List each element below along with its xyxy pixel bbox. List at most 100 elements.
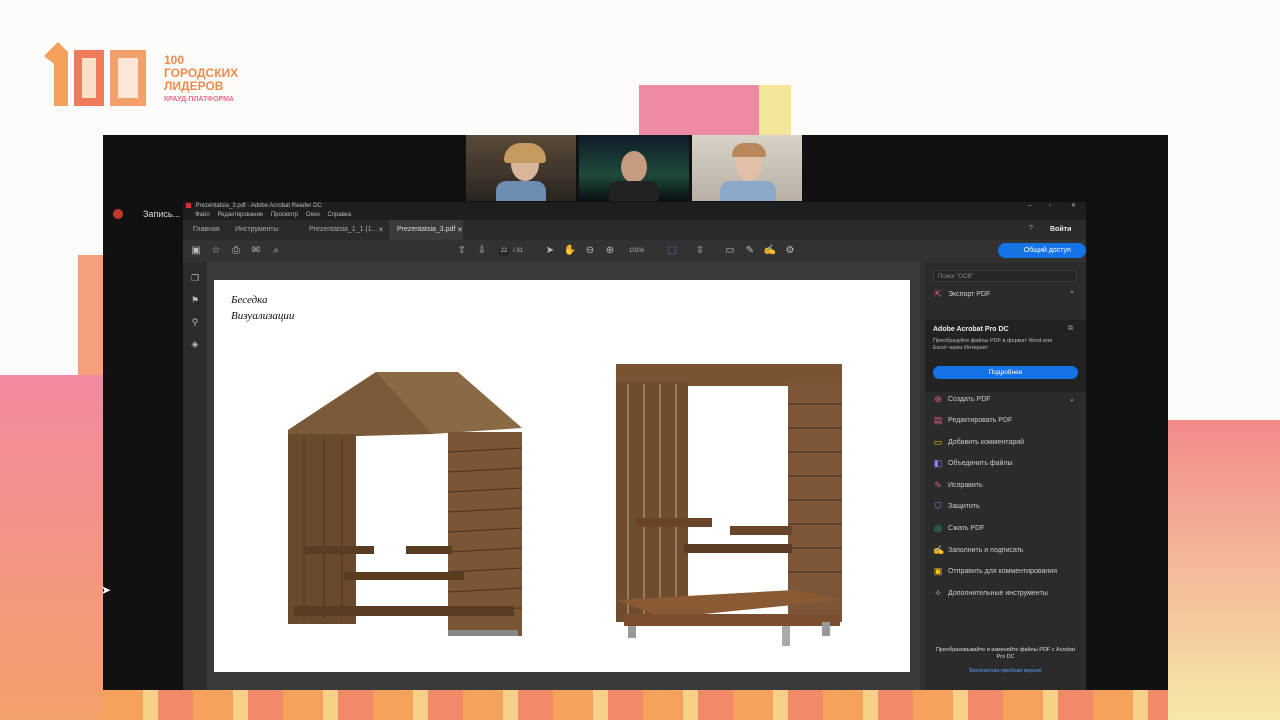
scroll-mode-icon[interactable]: ⇳	[693, 244, 707, 258]
mouse-cursor-icon: ➤	[101, 583, 112, 597]
decor-yellow-block	[759, 85, 791, 135]
wrench-icon: ✧	[934, 588, 942, 599]
menu-view[interactable]: Просмотр	[271, 212, 298, 218]
tool-fill-sign-label: Заполнить и подписать	[948, 547, 1024, 554]
share-user-icon: 👤	[1013, 247, 1024, 254]
toolbar: ▣ ☆ ⎙ ✉ ⌕ ⇧ ⇩ 22 / 31 ➤ ✋ ⊖ ⊕ 101% ⬚ ⇳ ▭…	[183, 240, 1086, 262]
page-down-icon[interactable]: ⇩	[475, 244, 489, 258]
zoom-out-icon[interactable]: ⊖	[583, 244, 597, 258]
menu-help[interactable]: Справка	[328, 212, 352, 218]
left-navigation-rail: ❐ ⚑ ⚲ ◈	[183, 262, 207, 690]
page-number-input[interactable]: 22	[499, 247, 509, 256]
tool-export-pdf[interactable]: ⇱ Экспорт PDF ⌃	[933, 288, 1075, 302]
more-tools-icon[interactable]: ⚙	[783, 244, 797, 258]
comment-icon[interactable]: ▭	[723, 244, 737, 258]
bookmark-star-icon[interactable]: ☆	[209, 244, 223, 258]
document-area[interactable]: Беседка Визуализации	[207, 262, 940, 690]
recording-label: Запись...	[143, 209, 181, 219]
page-thumbnails-icon[interactable]: ❐	[189, 272, 201, 284]
tool-fix-label: Исправить	[948, 482, 983, 489]
attachments-icon[interactable]: ⚲	[189, 316, 201, 328]
tool-create-pdf[interactable]: ⊕ Создать PDF ⌄	[933, 393, 1078, 407]
fix-pen-icon: ✎	[934, 480, 942, 491]
window-title: Prezentatsia_3.pdf - Adobe Acrobat Reade…	[195, 203, 322, 209]
pdf-page: Беседка Визуализации	[214, 280, 910, 672]
tools-pane: Поиск "ОСВ" ⇱ Экспорт PDF ⌃ Adobe Acrobat…	[925, 262, 1086, 690]
learn-more-button[interactable]: Подробнее	[933, 366, 1078, 379]
participant-video-2[interactable]	[579, 135, 689, 201]
export-pdf-icon: ⇱	[934, 289, 942, 300]
free-trial-link[interactable]: Бесплатная пробная версия	[933, 668, 1078, 674]
search-icon[interactable]: ⌕	[269, 244, 283, 258]
share-button-label: Общий доступ	[1023, 247, 1071, 254]
logo-text: 100 ГОРОДСКИХ ЛИДЕРОВ КРАУД-ПЛАТФОРМА	[164, 54, 238, 106]
zoom-in-icon[interactable]: ⊕	[603, 244, 617, 258]
select-cursor-icon[interactable]: ➤	[543, 244, 557, 258]
signin-button[interactable]: Войти	[1050, 226, 1071, 233]
tab-doc-2-close-icon[interactable]: ✕	[457, 226, 463, 234]
copy-icon[interactable]: ⧉	[1068, 325, 1073, 333]
mail-icon[interactable]: ✉	[249, 244, 263, 258]
window-titlebar: Prezentatsia_3.pdf - Adobe Acrobat Reade…	[183, 202, 1086, 211]
acrobat-window: Prezentatsia_3.pdf - Adobe Acrobat Reade…	[183, 202, 1086, 690]
tool-send-comment-label: Отправить для комментирования	[948, 568, 1057, 575]
tab-tools[interactable]: Инструменты	[235, 226, 279, 233]
participant-video-3[interactable]	[692, 135, 802, 201]
zoom-level[interactable]: 101%	[629, 247, 644, 256]
decor-pink-block	[639, 85, 759, 135]
close-icon[interactable]: ✕	[1071, 202, 1076, 211]
minimize-icon[interactable]: –	[1028, 202, 1031, 211]
help-icon[interactable]: ?	[1029, 225, 1033, 232]
page-up-icon[interactable]: ⇧	[455, 244, 469, 258]
gazebo-render-2	[616, 364, 842, 646]
menu-file[interactable]: Файл	[195, 212, 210, 218]
tool-edit-pdf[interactable]: ▤ Редактировать PDF	[933, 414, 1013, 428]
send-comment-icon: ▣	[933, 566, 943, 577]
menu-edit[interactable]: Редактирование	[217, 212, 263, 218]
tool-fill-sign[interactable]: ✍ Заполнить и подписать	[933, 544, 1024, 558]
gazebo-render-1	[288, 372, 523, 636]
participant-video-1[interactable]	[466, 135, 576, 201]
comment-tool-icon: ▭	[933, 437, 943, 448]
acrobat-app-icon	[186, 202, 191, 208]
hand-tool-icon[interactable]: ✋	[563, 244, 577, 258]
pen-icon[interactable]: ✎	[743, 244, 757, 258]
menu-bar: Файл Редактирование Просмотр Окно Справк…	[183, 211, 1086, 220]
combine-files-icon: ◧	[933, 458, 943, 469]
tool-more-tools-label: Дополнительные инструменты	[948, 590, 1048, 597]
tool-send-comment[interactable]: ▣ Отправить для комментирования	[933, 565, 1057, 579]
page-title-line1: Беседка	[231, 294, 268, 306]
shield-icon: ⛉	[934, 501, 942, 512]
tab-home[interactable]: Главная	[193, 226, 220, 233]
print-icon[interactable]: ⎙	[229, 244, 243, 258]
fit-page-icon[interactable]: ⬚	[665, 244, 679, 258]
screen-share-frame: Запись... Prezentatsia_3.pdf - Adobe Acr…	[103, 135, 1168, 690]
tool-combine-files[interactable]: ◧ Объединить файлы	[933, 457, 1013, 471]
tool-fix[interactable]: ✎ Исправить	[933, 479, 983, 493]
share-button[interactable]: 👤 Общий доступ	[998, 243, 1086, 258]
recording-indicator: Запись...	[113, 209, 180, 219]
bookmarks-icon[interactable]: ⚑	[189, 294, 201, 306]
promo-title: Adobe Acrobat Pro DC	[933, 326, 1009, 333]
tool-add-comment[interactable]: ▭ Добавить комментарий	[933, 436, 1024, 450]
tab-doc-2[interactable]: Prezentatsia_3.pdf	[389, 220, 464, 240]
tool-edit-pdf-label: Редактировать PDF	[948, 417, 1013, 424]
chevron-up-icon[interactable]: ⌃	[1069, 288, 1075, 302]
tool-more-tools[interactable]: ✧ Дополнительные инструменты	[933, 587, 1048, 601]
chevron-down-icon[interactable]: ⌄	[1069, 393, 1075, 407]
logo-subtitle: КРАУД-ПЛАТФОРМА	[164, 96, 234, 103]
tool-protect[interactable]: ⛉ Защитить	[933, 500, 980, 514]
tool-compress-pdf[interactable]: ◎ Сжать PDF	[933, 522, 984, 536]
tools-search-input[interactable]: Поиск "ОСВ"	[933, 270, 1077, 282]
decor-left-city	[0, 375, 103, 720]
save-icon[interactable]: ▣	[189, 244, 203, 258]
tab-doc-1[interactable]: Prezentatsia_1_1 (1...	[301, 220, 386, 240]
tool-compress-pdf-label: Сжать PDF	[948, 525, 985, 532]
tool-add-comment-label: Добавить комментарий	[948, 439, 1025, 446]
tool-protect-label: Защитить	[948, 503, 980, 510]
maximize-icon[interactable]: ▫	[1049, 202, 1051, 211]
layers-icon[interactable]: ◈	[189, 338, 201, 350]
tab-doc-1-close-icon[interactable]: ✕	[378, 226, 384, 234]
menu-window[interactable]: Окно	[306, 212, 320, 218]
sign-icon[interactable]: ✍	[763, 244, 777, 258]
